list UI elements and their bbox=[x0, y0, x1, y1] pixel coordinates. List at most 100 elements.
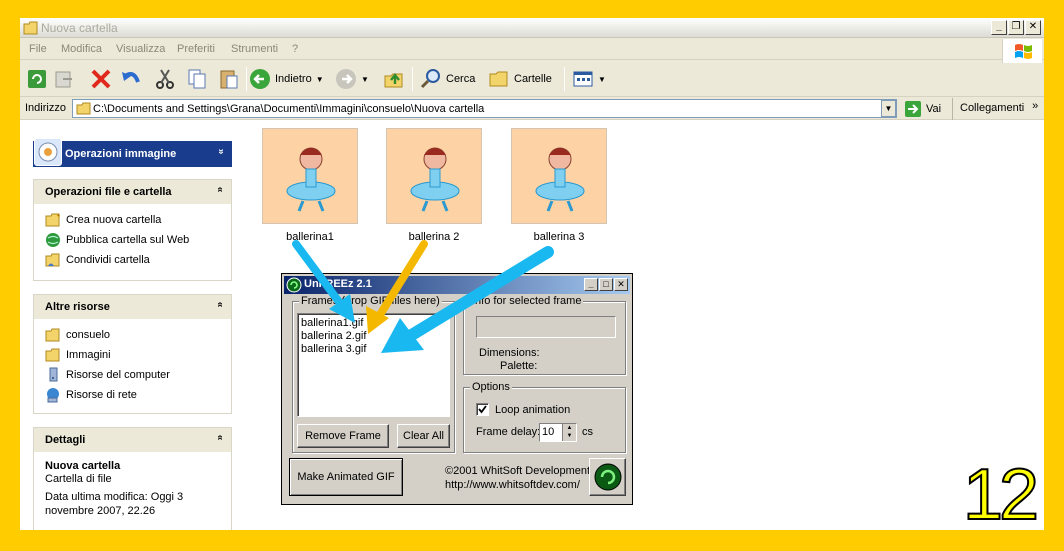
go-arrow-icon bbox=[905, 101, 921, 117]
cut-button[interactable] bbox=[154, 67, 176, 91]
ballerina-image-icon bbox=[286, 147, 336, 212]
panel-file-tasks: Operazioni file e cartella « Crea nuova … bbox=[33, 179, 232, 281]
menu-file[interactable]: File bbox=[29, 43, 47, 55]
network-icon bbox=[47, 388, 59, 403]
menu-modifica[interactable]: Modifica bbox=[61, 43, 102, 55]
dialog-close-button[interactable]: ✕ bbox=[614, 278, 628, 291]
clear-all-button[interactable]: Clear All bbox=[397, 424, 450, 448]
forward-arrow-icon bbox=[336, 69, 356, 89]
refresh-icon bbox=[28, 70, 46, 88]
collapse-chevron-icon[interactable]: « bbox=[215, 187, 226, 193]
undo-button[interactable] bbox=[120, 67, 142, 91]
menu-help[interactable]: ? bbox=[292, 43, 298, 55]
views-dropdown-icon[interactable]: ▼ bbox=[598, 75, 606, 84]
details-modified-line1: Data ultima modifica: Oggi 3 bbox=[45, 491, 184, 503]
file-label[interactable]: ballerina1 bbox=[262, 231, 358, 243]
dialog-title: UnFREEz 2.1 bbox=[304, 278, 372, 290]
menu-bar: File Modifica Visualizza Preferiti Strum… bbox=[20, 38, 1044, 60]
options-group: Options Loop animation Frame delay: 10 ▲… bbox=[463, 381, 626, 453]
folder-icon bbox=[45, 348, 60, 362]
image-tasks-title: Operazioni immagine bbox=[65, 148, 177, 160]
address-input[interactable]: C:\Documents and Settings\Grana\Document… bbox=[72, 99, 897, 118]
expand-chevron-icon[interactable]: » bbox=[216, 149, 227, 155]
back-dropdown-icon[interactable]: ▼ bbox=[316, 75, 324, 84]
frame-delay-value: 10 bbox=[542, 426, 555, 438]
collapse-chevron-icon[interactable]: « bbox=[215, 302, 226, 308]
spin-arrows-icon[interactable]: ▲ ▼ bbox=[562, 424, 576, 441]
unfreez-logo-button[interactable] bbox=[589, 458, 626, 496]
content-area: Operazioni immagine » Operazioni file e … bbox=[20, 120, 1044, 530]
loop-animation-checkbox[interactable] bbox=[476, 403, 489, 416]
links-chevron-icon[interactable]: » bbox=[1032, 100, 1038, 112]
computer-icon bbox=[49, 367, 58, 382]
panel-image-tasks[interactable]: Operazioni immagine » bbox=[33, 138, 232, 167]
place-network[interactable]: Risorse di rete bbox=[34, 385, 231, 405]
frame-list-item[interactable]: ballerina 3.gif bbox=[298, 343, 449, 356]
windows-flag-icon bbox=[1015, 44, 1032, 59]
remove-frame-button[interactable]: Remove Frame bbox=[297, 424, 389, 448]
menu-preferiti[interactable]: Preferiti bbox=[177, 43, 215, 55]
details-name: Nuova cartella bbox=[45, 460, 121, 472]
website-link[interactable]: http://www.whitsoftdev.com/ bbox=[445, 479, 580, 491]
folders-button[interactable]: Cartelle bbox=[488, 67, 552, 91]
details-modified-line2: novembre 2007, 22.26 bbox=[45, 505, 156, 517]
frame-info-box bbox=[476, 316, 616, 338]
thumbnail-ballerina1[interactable] bbox=[262, 128, 358, 224]
dialog-minimize-button[interactable]: _ bbox=[584, 278, 598, 291]
file-label[interactable]: ballerina 3 bbox=[511, 231, 607, 243]
task-new-folder[interactable]: Crea nuova cartella bbox=[34, 210, 231, 230]
make-animated-gif-button[interactable]: Make Animated GIF bbox=[289, 458, 403, 496]
details-header[interactable]: Dettagli « bbox=[34, 428, 231, 452]
file-label[interactable]: ballerina 2 bbox=[386, 231, 482, 243]
thumbnail-ballerina3[interactable] bbox=[511, 128, 607, 224]
forward-button[interactable]: ▼ bbox=[335, 67, 369, 91]
search-icon bbox=[420, 69, 440, 89]
title-bar[interactable]: Nuova cartella _ ❐ ✕ bbox=[20, 18, 1044, 38]
globe-icon bbox=[46, 233, 60, 247]
address-dropdown-icon[interactable]: ▼ bbox=[881, 100, 896, 117]
copy-button[interactable] bbox=[186, 67, 208, 91]
copyright-text: ©2001 WhitSoft Development bbox=[445, 465, 591, 477]
collapse-chevron-icon[interactable]: « bbox=[215, 435, 226, 441]
task-share-folder[interactable]: Condividi cartella bbox=[34, 250, 231, 270]
maximize-button[interactable]: ❐ bbox=[1008, 20, 1024, 35]
undo-icon bbox=[122, 72, 140, 83]
dialog-maximize-button[interactable]: □ bbox=[599, 278, 613, 291]
search-button[interactable]: Cerca bbox=[420, 67, 475, 91]
unfreez-logo-icon bbox=[594, 463, 622, 491]
folders-label: Cartelle bbox=[514, 73, 552, 85]
delete-button[interactable] bbox=[90, 67, 112, 91]
go-button[interactable]: Vai bbox=[904, 100, 941, 118]
task-pane: Operazioni immagine » Operazioni file e … bbox=[20, 120, 252, 530]
up-folder-button[interactable] bbox=[383, 67, 405, 91]
paste-button[interactable] bbox=[218, 67, 240, 91]
place-immagini[interactable]: Immagini bbox=[34, 345, 231, 365]
task-share-folder-label: Condividi cartella bbox=[66, 254, 150, 266]
frames-listbox[interactable]: ballerina1.gif ballerina 2.gif ballerina… bbox=[297, 313, 450, 417]
info-group: Info for selected frame Dimensions: Pale… bbox=[463, 295, 626, 375]
thumbnail-ballerina2[interactable] bbox=[386, 128, 482, 224]
place-my-computer[interactable]: Risorse del computer bbox=[34, 365, 231, 385]
place-consuelo[interactable]: consuelo bbox=[34, 325, 231, 345]
links-toolbar[interactable]: Collegamenti » bbox=[952, 98, 1038, 120]
views-button[interactable]: ▼ bbox=[572, 67, 606, 91]
forward-dropdown-icon[interactable]: ▼ bbox=[361, 75, 369, 84]
back-button[interactable]: Indietro ▼ bbox=[249, 67, 324, 91]
minimize-button[interactable]: _ bbox=[991, 20, 1007, 35]
details-title: Dettagli bbox=[45, 434, 86, 446]
folders-icon bbox=[489, 71, 508, 87]
delete-x-icon bbox=[91, 69, 111, 89]
other-places-header[interactable]: Altre risorse « bbox=[34, 295, 231, 319]
frame-list-item[interactable]: ballerina1.gif bbox=[298, 317, 449, 330]
close-button[interactable]: ✕ bbox=[1025, 20, 1041, 35]
frame-delay-input[interactable]: 10 ▲ ▼ bbox=[539, 423, 577, 442]
menu-strumenti[interactable]: Strumenti bbox=[231, 43, 278, 55]
frame-list-item[interactable]: ballerina 2.gif bbox=[298, 330, 449, 343]
move-button[interactable] bbox=[53, 67, 75, 91]
dialog-title-bar[interactable]: UnFREEz 2.1 _ □ ✕ bbox=[284, 276, 630, 294]
place-my-computer-label: Risorse del computer bbox=[66, 369, 170, 381]
menu-visualizza[interactable]: Visualizza bbox=[116, 43, 165, 55]
refresh-button[interactable] bbox=[26, 67, 48, 91]
task-publish-web[interactable]: Pubblica cartella sul Web bbox=[34, 230, 231, 250]
file-tasks-header[interactable]: Operazioni file e cartella « bbox=[34, 180, 231, 204]
